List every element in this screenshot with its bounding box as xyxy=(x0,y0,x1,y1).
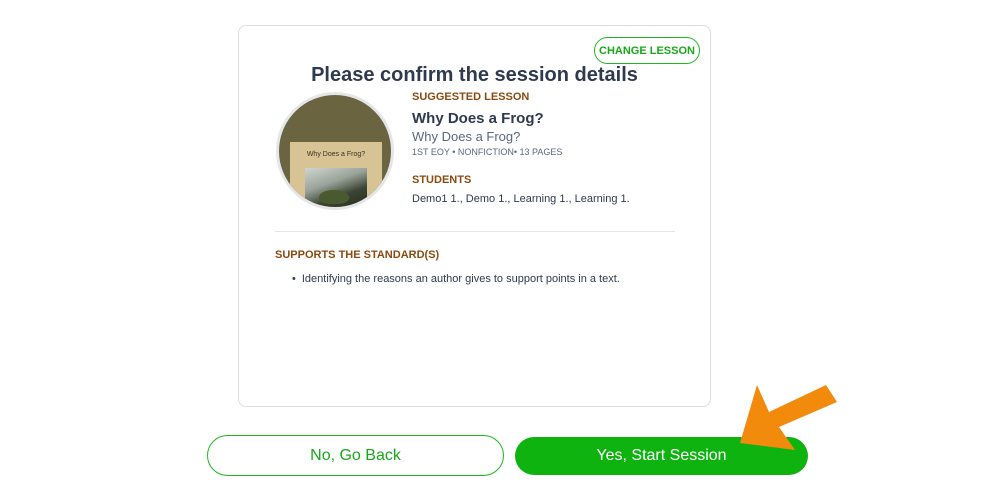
frog-illustration xyxy=(319,190,349,204)
divider xyxy=(275,231,675,232)
lesson-meta: 1ST EOY • NONFICTION• 13 PAGES xyxy=(412,147,563,157)
suggested-lesson-label: SUGGESTED LESSON xyxy=(412,91,530,103)
change-lesson-button[interactable]: CHANGE LESSON xyxy=(594,37,700,64)
bullet-icon: • xyxy=(292,273,296,285)
students-label: STUDENTS xyxy=(412,174,472,186)
pointer-arrow-icon xyxy=(740,385,837,450)
book-cover-photo xyxy=(305,168,367,207)
book-cover: Why Does a Frog? xyxy=(290,142,382,207)
go-back-button[interactable]: No, Go Back xyxy=(207,435,504,476)
standards-label: SUPPORTS THE STANDARD(S) xyxy=(275,249,440,261)
page-title: Please confirm the session details xyxy=(311,64,638,86)
lesson-subtitle: Why Does a Frog? xyxy=(412,129,521,144)
book-cover-title: Why Does a Frog? xyxy=(306,151,366,158)
lesson-cover-image: Why Does a Frog? xyxy=(276,92,394,210)
students-list: Demo1 1., Demo 1., Learning 1., Learning… xyxy=(412,193,630,205)
standard-item-text: Identifying the reasons an author gives … xyxy=(301,273,620,285)
standard-item: • Identifying the reasons an author gives… xyxy=(292,273,620,285)
lesson-title: Why Does a Frog? xyxy=(412,110,544,127)
